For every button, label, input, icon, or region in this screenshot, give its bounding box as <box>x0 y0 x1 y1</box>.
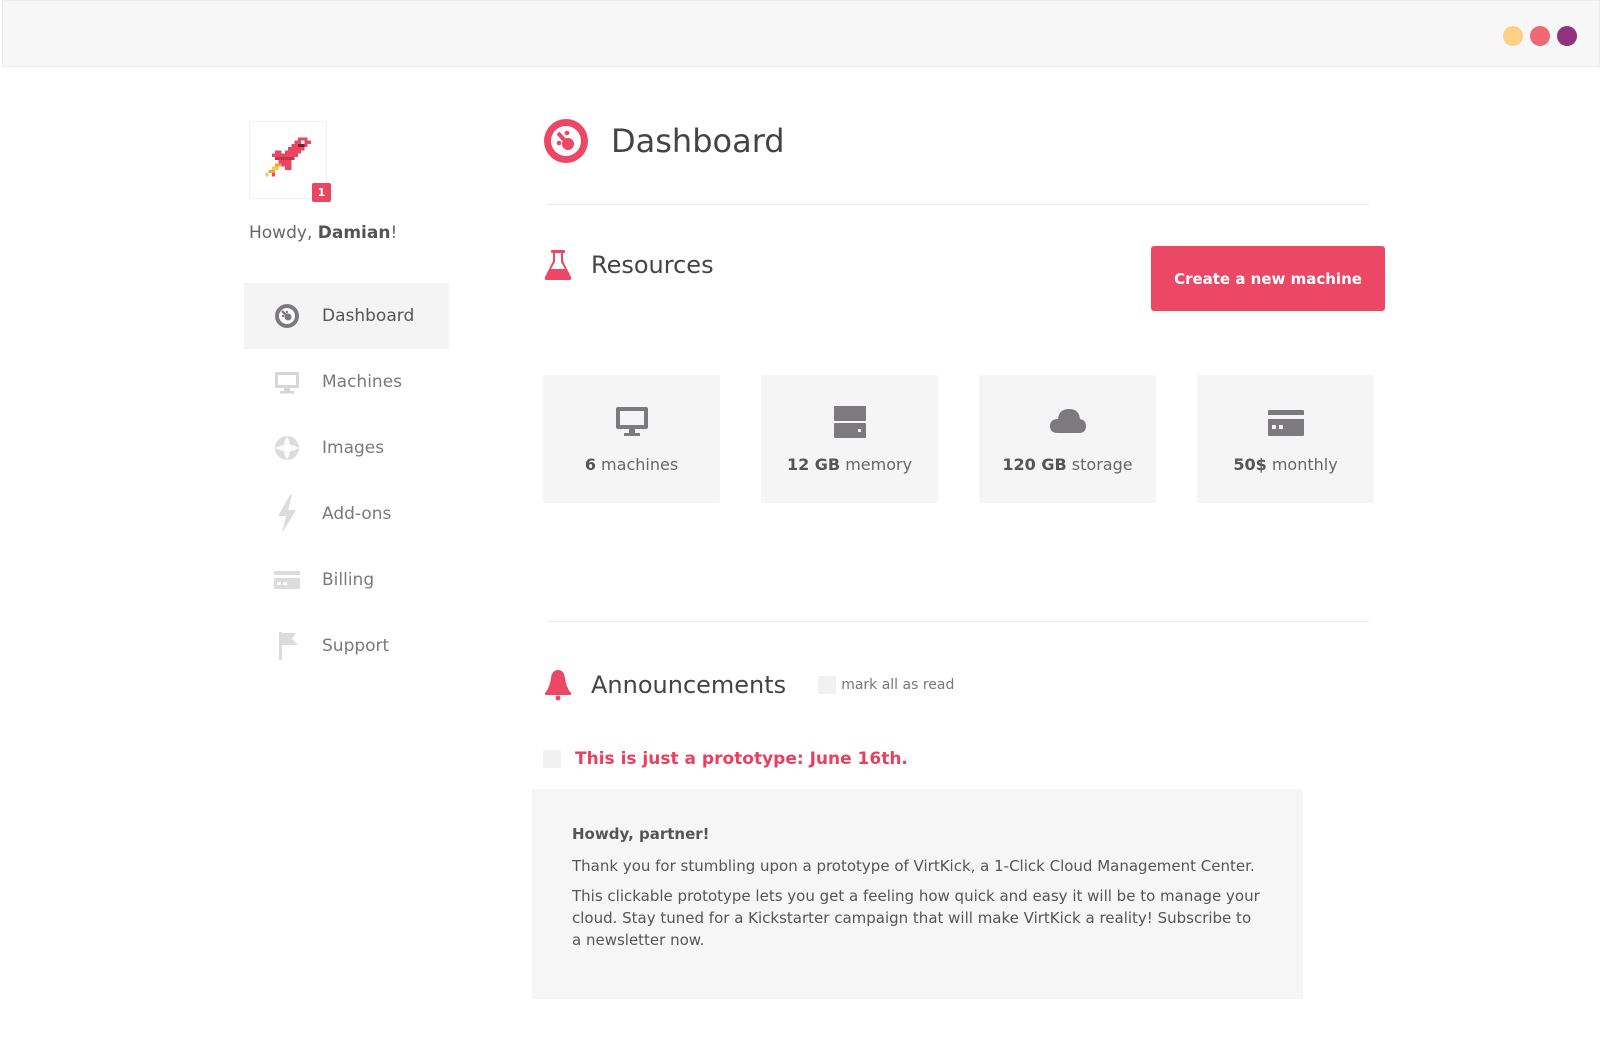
sidebar-item-billing[interactable]: Billing <box>244 547 454 613</box>
sidebar-item-addons[interactable]: Add-ons <box>244 481 454 547</box>
section-title-resources: Resources <box>591 251 714 279</box>
section-title-announcements: Announcements <box>591 671 787 699</box>
stat-monthly[interactable]: 50$ monthly <box>1197 375 1374 503</box>
stat-label: monthly <box>1266 454 1338 474</box>
window-top-bar <box>2 0 1600 67</box>
window-dots <box>1503 26 1577 46</box>
sidebar-item-label: Billing <box>322 570 375 590</box>
lightning-icon <box>272 495 302 533</box>
stat-text: 12 GB memory <box>787 455 912 474</box>
sidebar-item-label: Machines <box>322 372 403 392</box>
flask-icon <box>544 250 572 280</box>
stat-text: 120 GB storage <box>1002 455 1132 474</box>
sidebar-item-label: Images <box>322 438 385 458</box>
sidebar-item-machines[interactable]: Machines <box>244 349 454 415</box>
announcements-header: Announcements mark all as read <box>543 669 1376 701</box>
announcement-item: This is just a prototype: June 16th. <box>543 749 1376 769</box>
mark-all-label: mark all as read <box>841 677 955 693</box>
stat-label: memory <box>840 454 913 474</box>
purple-dot[interactable] <box>1557 26 1577 46</box>
mark-all-checkbox[interactable] <box>818 676 837 694</box>
divider <box>547 621 1369 622</box>
greeting-suffix: ! <box>390 223 398 243</box>
resource-stats: 6 machines 12 GB memory 120 GB storage 5… <box>543 375 1376 503</box>
resources-section: Resources Create a new machine <box>543 205 1385 375</box>
sidebar-item-label: Support <box>322 636 390 656</box>
credit-card-icon <box>272 565 302 595</box>
stat-storage[interactable]: 120 GB storage <box>979 375 1156 503</box>
server-icon <box>833 405 866 438</box>
page-header: Dashboard <box>543 116 1376 166</box>
avatar-wrap: 1 <box>249 121 331 202</box>
sidebar-item-support[interactable]: Support <box>244 613 454 679</box>
dashboard-icon <box>272 301 302 331</box>
sidebar: 1 Howdy, Damian! Dashboard Machines Imag… <box>244 121 454 679</box>
stat-machines[interactable]: 6 machines <box>543 375 720 503</box>
bell-icon <box>545 670 571 701</box>
sidebar-item-label: Dashboard <box>322 306 415 326</box>
credit-card-icon <box>1267 409 1304 436</box>
mark-all-read[interactable]: mark all as read <box>818 676 954 694</box>
sidebar-item-images[interactable]: Images <box>244 415 454 481</box>
monitor-icon <box>615 406 648 436</box>
stat-label: storage <box>1066 454 1133 474</box>
flag-icon <box>272 631 302 661</box>
cloud-icon <box>1049 408 1086 433</box>
stat-text: 6 machines <box>585 455 678 474</box>
stat-value: 120 GB <box>1002 454 1067 474</box>
user-name: Damian <box>317 223 391 243</box>
page-title: Dashboard <box>611 122 785 160</box>
announcement-paragraph: This clickable prototype lets you get a … <box>572 887 1260 949</box>
announcement-paragraph: Thank you for stumbling upon a prototype… <box>572 857 1255 875</box>
create-machine-button[interactable]: Create a new machine <box>1151 246 1385 311</box>
sidebar-item-label: Add-ons <box>322 504 392 524</box>
yellow-dot[interactable] <box>1503 26 1523 46</box>
stat-value: 50$ <box>1233 454 1267 474</box>
announcement-title[interactable]: This is just a prototype: June 16th. <box>575 749 908 769</box>
announcement-greeting: Howdy, partner! <box>572 825 710 843</box>
sidebar-nav: Dashboard Machines Images Add-ons Billin… <box>244 283 454 679</box>
sidebar-item-dashboard[interactable]: Dashboard <box>244 283 449 349</box>
red-dot[interactable] <box>1530 26 1550 46</box>
stat-value: 6 <box>584 454 596 474</box>
stat-value: 12 GB <box>786 454 841 474</box>
stat-text: 50$ monthly <box>1233 455 1337 474</box>
dashboard-icon <box>544 119 588 163</box>
greeting-prefix: Howdy, <box>249 223 318 243</box>
main-content: Dashboard Resources Create a new machine… <box>532 116 1385 999</box>
announcement-body: Howdy, partner! Thank you for stumbling … <box>532 789 1303 999</box>
notification-badge[interactable]: 1 <box>312 183 331 202</box>
aperture-icon <box>272 433 302 463</box>
stat-label: machines <box>595 454 679 474</box>
rocket-icon <box>265 137 311 177</box>
announcement-checkbox[interactable] <box>543 750 561 768</box>
monitor-icon <box>272 367 302 397</box>
stat-memory[interactable]: 12 GB memory <box>761 375 938 503</box>
greeting: Howdy, Damian! <box>249 223 454 243</box>
